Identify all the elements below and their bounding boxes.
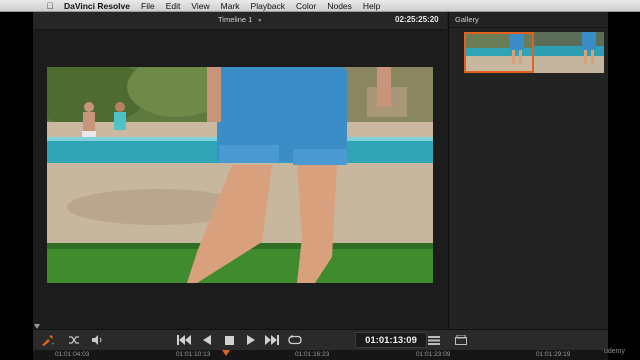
menu-nodes[interactable]: Nodes xyxy=(327,1,352,11)
picker-icon[interactable] xyxy=(39,333,57,347)
menu-playback[interactable]: Playback xyxy=(251,1,286,11)
ruler-tick-label: 01:01:29:19 xyxy=(536,351,571,358)
chevron-down-icon: ▼ xyxy=(257,18,263,24)
transport-bar: 01:01:13:09 xyxy=(33,329,608,351)
ruler-tick-label: 01:01:10:13 xyxy=(176,351,211,358)
menu-bar:  DaVinci Resolve File Edit View Mark Pl… xyxy=(0,0,640,12)
shuffle-icon[interactable] xyxy=(67,333,81,347)
viewer-timecode: 02:25:25:20 xyxy=(395,15,439,24)
ruler-tick-label: 01:01:23:09 xyxy=(416,351,451,358)
app-name-menu[interactable]: DaVinci Resolve xyxy=(64,1,130,11)
gallery-divider xyxy=(449,27,608,28)
viewer-header: Timeline 1 ▼ 02:25:25:20 xyxy=(33,12,447,30)
timeline-name: Timeline 1 xyxy=(218,15,253,24)
gallery-panel: Gallery xyxy=(449,12,608,342)
resolve-window: Timeline 1 ▼ 02:25:25:20 Gallery 01:01:1… xyxy=(33,12,608,360)
stop-icon[interactable] xyxy=(223,333,235,347)
menu-view[interactable]: View xyxy=(191,1,209,11)
play-icon[interactable] xyxy=(245,333,257,347)
menu-mark[interactable]: Mark xyxy=(221,1,240,11)
menu-edit[interactable]: Edit xyxy=(166,1,181,11)
gallery-still-2-image xyxy=(534,32,604,73)
skip-to-start-icon[interactable] xyxy=(176,333,192,347)
grab-still-icon[interactable] xyxy=(454,333,468,347)
gallery-still-2[interactable] xyxy=(534,32,604,73)
reverse-play-icon[interactable] xyxy=(201,333,213,347)
video-frame[interactable] xyxy=(47,67,433,283)
gallery-title: Gallery xyxy=(455,15,479,24)
ruler-tick-label: 01:01:16:23 xyxy=(295,351,330,358)
volume-icon[interactable] xyxy=(90,333,104,347)
menu-help[interactable]: Help xyxy=(363,1,380,11)
skip-to-end-icon[interactable] xyxy=(264,333,280,347)
current-timecode[interactable]: 01:01:13:09 xyxy=(355,332,427,348)
viewer-panel xyxy=(33,30,447,329)
udemy-watermark: udemy xyxy=(604,348,626,355)
menu-color[interactable]: Color xyxy=(296,1,316,11)
gallery-still-1[interactable] xyxy=(464,32,534,73)
apple-icon[interactable]:  xyxy=(45,1,55,11)
view-options-icon[interactable] xyxy=(427,333,441,347)
playhead-marker[interactable] xyxy=(222,350,230,356)
timeline-ruler[interactable]: 01:01:04:03 01:01:10:13 01:01:16:23 01:0… xyxy=(33,350,608,360)
loop-icon[interactable] xyxy=(287,333,303,347)
timeline-selector[interactable]: Timeline 1 ▼ xyxy=(218,15,262,24)
video-frame-image xyxy=(47,67,433,283)
ruler-tick-label: 01:01:04:03 xyxy=(55,351,90,358)
menu-file[interactable]: File xyxy=(141,1,155,11)
gallery-still-1-image xyxy=(466,34,532,71)
